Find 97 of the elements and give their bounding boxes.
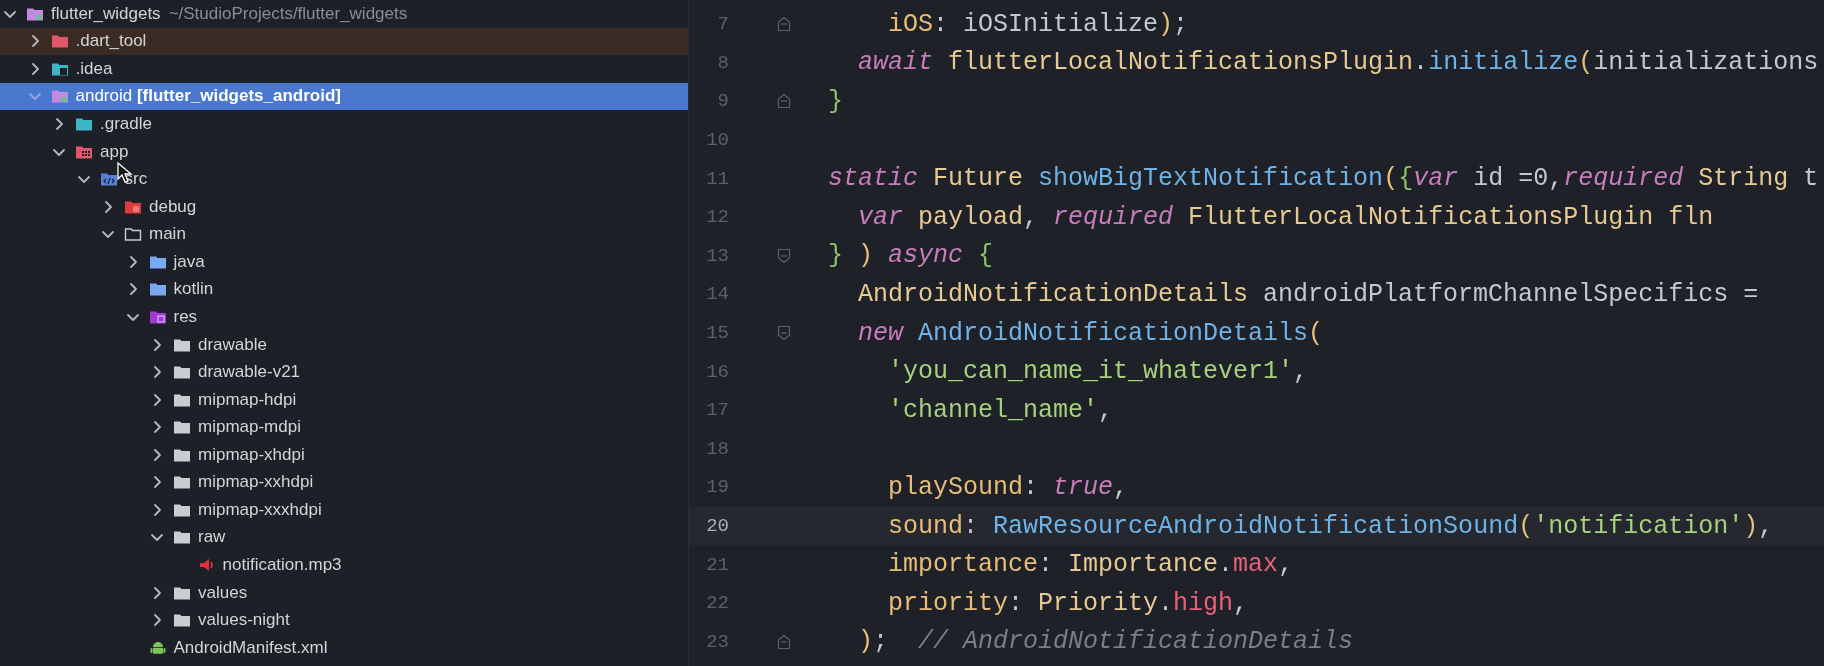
tree-item-label: values: [198, 582, 248, 603]
tree-item-label: AndroidManifest.xml: [173, 637, 328, 658]
code-line: AndroidNotificationDetails androidPlatformChannelSpecifics =: [857, 279, 1759, 309]
tree-item-label: mipmap-xhdpi: [198, 444, 305, 465]
line-number: 7: [716, 13, 729, 36]
folder-icon: [50, 88, 69, 105]
code-line: iOS: iOSInitialize);: [887, 9, 1189, 39]
tree-item-label: mipmap-xxhdpi: [198, 472, 314, 493]
folder-icon: [99, 171, 118, 188]
tree-item[interactable]: mipmap-hdpi: [0, 385, 688, 414]
tree-item[interactable]: app: [0, 137, 688, 166]
folder-icon: [173, 612, 191, 629]
tree-item[interactable]: .dart_tool: [0, 27, 688, 56]
tree-item[interactable]: drawable: [0, 330, 688, 359]
fold-end-icon[interactable]: [777, 16, 791, 33]
folder-icon: [173, 529, 191, 546]
code-line: var payload, required FlutterLocalNotificationsPlugin fln: [857, 202, 1714, 232]
line-number: 10: [705, 129, 729, 152]
tree-item-label: raw: [198, 527, 226, 548]
tree-item-label: notification.mp3: [222, 555, 342, 576]
tree-item[interactable]: mipmap-xxxhdpi: [0, 496, 688, 524]
tree-item-label: values-night: [198, 610, 290, 631]
tree-item-label: .gradle: [100, 114, 152, 135]
line-number: 14: [705, 283, 729, 306]
tree-item-label: main: [149, 224, 186, 245]
tree-item-label: debug: [149, 196, 197, 217]
tree-item-label: kotlin: [173, 279, 214, 300]
code-line: }: [828, 87, 843, 116]
tree-item[interactable]: notification.mp3: [0, 551, 688, 579]
tree-item[interactable]: flutter_widgets ~/StudioProjects/flutter_widgets: [0, 0, 688, 28]
code-line: importance: Importance.max,: [887, 550, 1294, 580]
code-line: priority: Priority.high,: [887, 588, 1249, 618]
line-number: 12: [705, 206, 729, 229]
tree-item[interactable]: android [flutter_widgets_android]: [0, 82, 688, 111]
tree-item-label: .dart_tool: [75, 31, 147, 52]
code-line: static Future showBigTextNotification({var id =0,required String t: [828, 164, 1819, 194]
folder-icon: [173, 364, 191, 381]
tree-item-label: android [flutter_widgets_android]: [75, 86, 341, 107]
tree-item-label: drawable-v21: [198, 362, 301, 383]
line-number: 17: [705, 399, 729, 422]
line-number: 8: [716, 51, 729, 74]
tree-item-label: res: [173, 306, 198, 327]
code-line: } ) async {: [828, 241, 994, 271]
fold-end-icon[interactable]: [777, 633, 791, 650]
folder-icon: [148, 281, 167, 298]
tree-item-label: mipmap-mdpi: [198, 417, 301, 438]
folder-icon: [50, 33, 69, 50]
line-number: 18: [705, 437, 729, 460]
tree-item-label: drawable: [198, 334, 267, 355]
fold-end-icon[interactable]: [777, 93, 791, 110]
code-line: sound: RawResourceAndroidNotificationSound('notification'),: [887, 511, 1774, 541]
line-number: 15: [705, 322, 729, 345]
android-robot-icon: [148, 639, 167, 656]
line-number: 20: [705, 515, 729, 537]
tree-item[interactable]: .idea: [0, 55, 688, 83]
line-number: 11: [705, 167, 729, 190]
fold-start-icon[interactable]: [777, 325, 791, 342]
speaker-icon: [197, 557, 216, 574]
code-line: playSound: true,: [887, 472, 1129, 502]
tree-item-label: mipmap-hdpi: [198, 389, 297, 410]
code-line: 'channel_name',: [887, 395, 1114, 425]
code-line: await flutterLocalNotificationsPlugin.initialize(initializations: [857, 48, 1819, 78]
folder-icon: [124, 226, 142, 243]
line-number: 22: [705, 592, 729, 615]
tree-item-label: .idea: [75, 58, 113, 79]
tree-item-label: flutter_widgets: [51, 3, 161, 24]
tree-item[interactable]: values: [0, 578, 688, 607]
line-number: 16: [705, 360, 729, 383]
code-line: new AndroidNotificationDetails(: [857, 318, 1324, 348]
code-line: 'you_can_name_it_whatever1',: [887, 357, 1309, 387]
code-line: ); // AndroidNotificationDetails: [857, 627, 1354, 657]
folder-icon: [173, 474, 191, 491]
folder-icon: [75, 116, 93, 133]
tree-item[interactable]: mipmap-xhdpi: [0, 441, 688, 469]
tree-item-label: app: [100, 141, 129, 162]
line-number: 21: [705, 553, 729, 576]
tree-item[interactable]: java: [0, 248, 688, 276]
tree-item[interactable]: AndroidManifest.xml: [0, 633, 688, 662]
fold-start-icon[interactable]: [777, 247, 791, 264]
line-number: 13: [705, 244, 729, 267]
folder-icon: [173, 419, 191, 436]
tree-item[interactable]: kotlin: [0, 275, 688, 304]
project-path: ~/StudioProjects/flutter_widgets: [168, 3, 408, 24]
line-number: 19: [705, 476, 729, 499]
tree-item[interactable]: raw: [0, 523, 688, 552]
line-number: 23: [705, 630, 729, 653]
tree-item-label: java: [173, 251, 205, 272]
tree-item[interactable]: mipmap-xxhdpi: [0, 468, 688, 497]
line-number: 9: [716, 90, 729, 113]
tree-item[interactable]: mipmap-mdpi: [0, 413, 688, 441]
tree-item[interactable]: drawable-v21: [0, 358, 688, 386]
tree-item[interactable]: debug: [0, 192, 688, 221]
tree-item[interactable]: res: [0, 303, 688, 331]
tree-item[interactable]: values-night: [0, 606, 688, 634]
tree-item[interactable]: .gradle: [0, 110, 688, 138]
tree-item-label: mipmap-xxxhdpi: [198, 499, 322, 520]
tree-item[interactable]: main: [0, 220, 688, 249]
